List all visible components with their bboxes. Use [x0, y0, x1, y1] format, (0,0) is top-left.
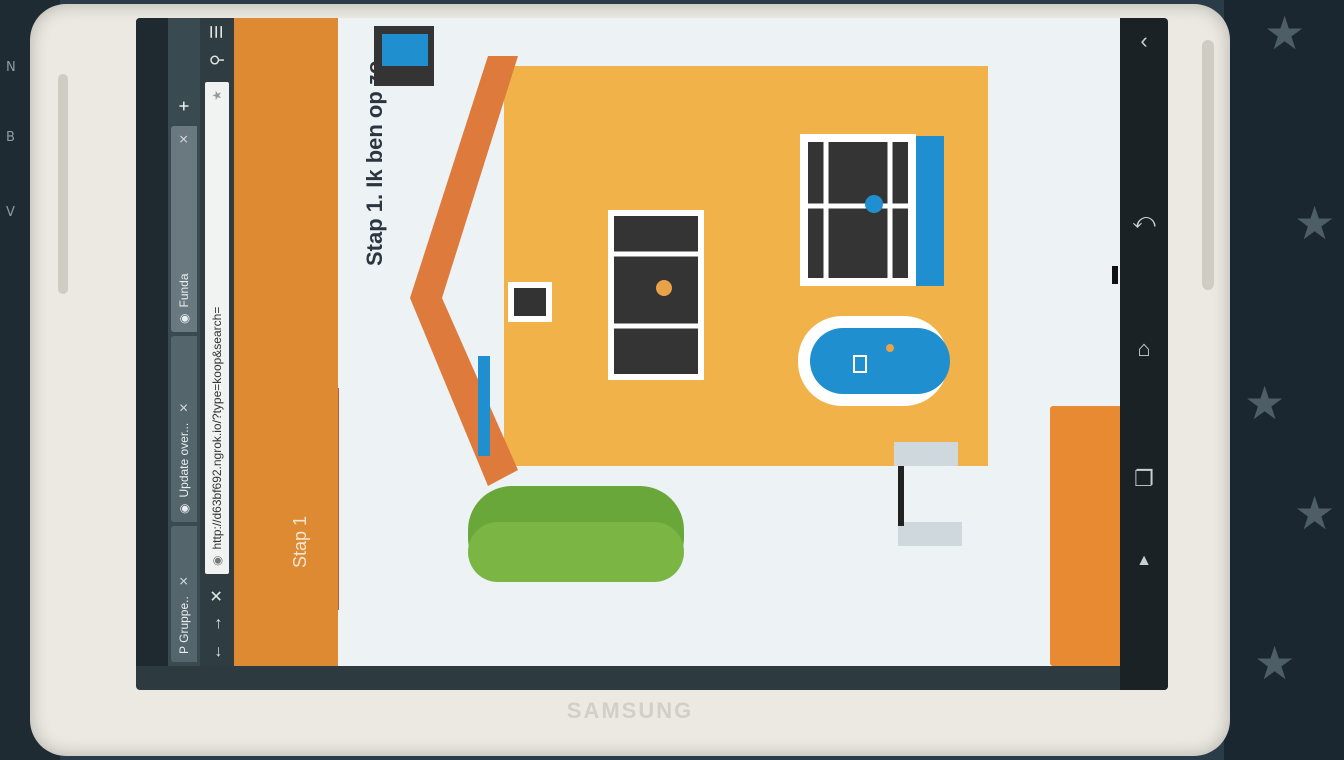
status-bar [136, 18, 168, 666]
address-bar[interactable]: ◉ http://d63bf692.ngrok.io/?type=koop&se… [205, 82, 229, 574]
system-back-icon[interactable]: ⤺ [1120, 208, 1168, 234]
close-tab-icon[interactable]: ✕ [177, 576, 191, 586]
keyboard-key: B [6, 130, 15, 145]
back-icon[interactable]: ← [208, 638, 226, 666]
url-text: http://d63bf692.ngrok.io/?type=koop&sear… [210, 306, 224, 550]
keyboard-key: V [6, 205, 15, 220]
system-back-icon[interactable]: ‹ [1120, 28, 1168, 54]
close-tab-icon[interactable]: ✕ [177, 403, 191, 413]
tab-strip: P Gruppe.. ✕ ◉ Update over... ✕ ◉ Funda … [168, 18, 200, 666]
search-icon[interactable]: ⚲ [207, 46, 227, 74]
step-label: Stap 1 [290, 515, 310, 568]
side-speaker [1202, 40, 1214, 290]
keyboard-key: N [6, 60, 16, 75]
door [810, 328, 950, 394]
speaker-grille [58, 74, 68, 294]
tablet-device: SAMSUNG P Gruppe.. ✕ ◉ Update over... ✕ … [30, 4, 1230, 756]
forward-icon[interactable]: → [208, 610, 226, 638]
globe-icon: ◉ [210, 555, 224, 566]
house-illustration [374, 26, 988, 582]
device-brand: SAMSUNG [566, 698, 694, 723]
globe-icon: ◉ [177, 313, 191, 324]
system-nav-bar: ‹ ⤺ ⌂ ❐ ▲ [1112, 18, 1168, 690]
roof [410, 56, 518, 486]
system-recents-icon[interactable]: ❐ [1120, 466, 1168, 492]
navigation-bar: ← → ✕ ◉ http://d63bf692.ngrok.io/?type=k… [200, 18, 234, 666]
background-right: ★ ★ ★ ★ ★ [1224, 0, 1344, 760]
system-home-icon[interactable]: ⌂ [1120, 336, 1168, 362]
browser-viewport: P Gruppe.. ✕ ◉ Update over... ✕ ◉ Funda … [136, 18, 1168, 666]
stop-icon[interactable]: ✕ [207, 582, 227, 610]
bookmark-icon[interactable]: ★ [210, 90, 224, 101]
page-content: Stap 1. Ik ben op zo [338, 18, 1168, 666]
new-tab-button[interactable]: + [174, 94, 195, 118]
site-header: Stap 1 [234, 18, 338, 666]
browser-tab-active[interactable]: ◉ Funda ✕ [171, 126, 197, 332]
browser-tab[interactable]: ◉ Update over... ✕ [171, 336, 197, 522]
up-arrow-icon[interactable]: ▲ [1120, 552, 1168, 570]
close-tab-icon[interactable]: ✕ [177, 134, 191, 144]
globe-icon: ◉ [177, 503, 191, 514]
browser-tab[interactable]: P Gruppe.. ✕ [171, 526, 197, 662]
menu-icon[interactable]: ☰ [207, 18, 227, 46]
tablet-screen: P Gruppe.. ✕ ◉ Update over... ✕ ◉ Funda … [136, 18, 1168, 690]
lamp-post [898, 522, 962, 546]
